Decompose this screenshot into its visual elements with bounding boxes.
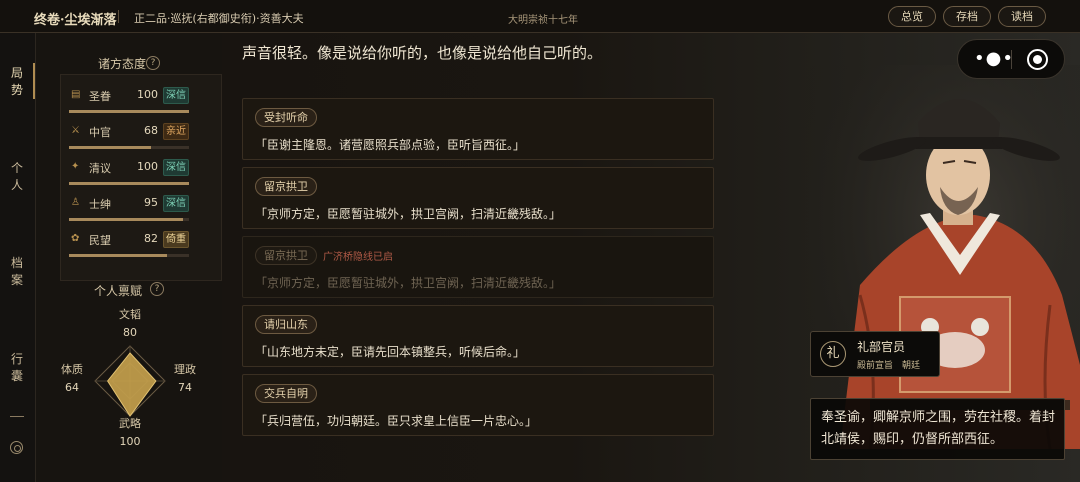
attitude-bar-fill	[69, 218, 183, 221]
attitude-bar-fill	[69, 254, 168, 257]
attitude-value: 95	[144, 196, 158, 209]
attitude-row[interactable]: ✦ 清议 100 深信	[61, 155, 234, 191]
talents-title: 个人禀赋	[94, 284, 143, 298]
attitude-badge: 深信	[163, 87, 189, 104]
official-portrait	[800, 65, 1080, 449]
choice-text: 「京师方定，臣愿暂驻城外，拱卫宫阙，扫清近畿残敌。」	[255, 276, 562, 290]
chapter-title: 终卷·尘埃渐落	[34, 13, 117, 28]
nav-archive-label: 档案	[10, 256, 23, 287]
talent-right-value: 74	[178, 381, 192, 394]
attitude-value: 82	[144, 232, 158, 245]
talent-top-value: 80	[123, 326, 137, 339]
attitude-badge: 亲近	[163, 123, 189, 140]
attitude-icon: ⚔	[71, 125, 80, 136]
choice-text: 「兵归营伍，功归朝廷。臣只求皇上信臣一片忠心。」	[255, 414, 538, 428]
more-icon[interactable]: •●•	[974, 48, 1014, 69]
attitude-name: 士绅	[89, 198, 111, 211]
attitude-value: 100	[137, 160, 158, 173]
talent-left-value: 64	[65, 381, 79, 394]
talent-top-label: 文韬	[119, 308, 141, 321]
load-button[interactable]: 读档	[998, 6, 1046, 27]
attitude-name: 民望	[89, 234, 111, 247]
attitude-bar	[69, 110, 189, 113]
speaker-title: 礼部官员	[857, 340, 906, 354]
choice-text: 「山东地方未定，臣请先回本镇整兵，听候后命。」	[255, 345, 526, 359]
attitude-name: 清议	[89, 162, 111, 175]
attitude-badge: 深信	[163, 159, 189, 176]
choice-card[interactable]: 留京拱卫「京师方定，臣愿暂驻城外，拱卫宫阙，扫清近畿残敌。」	[242, 167, 714, 229]
attitude-icon: ✦	[71, 161, 80, 172]
title-divider	[118, 10, 119, 23]
talent-bottom-value: 100	[119, 435, 141, 448]
talent-radar	[94, 345, 166, 417]
choice-text: 「臣谢主隆恩。诸营愿照兵部点验，臣听旨西征。」	[255, 138, 526, 152]
attitude-icon: ♙	[71, 197, 80, 208]
narration-text: 声音很轻。像是说给你听的，也像是说给他自己听的。	[242, 44, 603, 62]
dialog-box[interactable]: 奉圣谕，卿解京师之围，劳在社稷。着封北靖侯，赐印，仍督所部西征。	[810, 398, 1065, 460]
attitude-badge: 倚重	[163, 231, 189, 248]
attitudes-list: ▤ 圣眷 100 深信 ⚔ 中官 68 亲近 ✦ 清议 100 深信 ♙ 士绅 95 深信 ✿ 民望 82 倚重	[60, 74, 222, 281]
attitudes-help-icon[interactable]: ?	[146, 56, 160, 70]
attitude-bar	[69, 254, 189, 257]
attitude-icon: ▤	[71, 89, 81, 100]
attitude-row[interactable]: ✿ 民望 82 倚重	[61, 227, 234, 263]
choice-lock-note: 广济桥隐线已启	[323, 252, 393, 263]
choice-tag: 留京拱卫	[255, 177, 317, 196]
speaker-subtitle: 殿前宣旨 朝廷	[857, 361, 921, 371]
nav-bag[interactable]: 行囊	[0, 351, 34, 385]
attitudes-title: 诸方态度	[98, 57, 147, 71]
nav-personal-label: 个人	[10, 161, 23, 192]
attitude-icon: ✿	[71, 233, 80, 244]
choice-card[interactable]: 受封听命「臣谢主隆恩。诸营愿照兵部点验，臣听旨西征。」	[242, 98, 714, 160]
stats-panel: 诸方态度 ? ▤ 圣眷 100 深信 ⚔ 中官 68 亲近 ✦ 清议 100 深信 ♙ 士绅 95 深信 ✿ 民望…	[36, 33, 222, 482]
nav-personal[interactable]: 个人	[0, 160, 34, 194]
settings-icon[interactable]	[10, 441, 23, 454]
speaker-seal: 礼	[820, 341, 846, 367]
top-bar: 终卷·尘埃渐落 正二品·巡抚(右都御史衔)·资善大夫 大明崇祯十七年 总览 存档…	[0, 0, 1080, 33]
attitude-name: 圣眷	[89, 90, 111, 103]
attitude-badge: 深信	[163, 195, 189, 212]
attitude-value: 68	[144, 124, 158, 137]
nav-bag-label: 行囊	[10, 352, 23, 383]
attitude-value: 100	[137, 88, 158, 101]
talent-right-label: 理政	[174, 363, 196, 376]
radar-value-shape	[106, 352, 157, 417]
left-nav: 局势 个人 档案 行囊	[0, 33, 36, 482]
choice-tag: 留京拱卫	[255, 246, 317, 265]
close-target-icon[interactable]	[1027, 49, 1048, 70]
attitude-bar	[69, 146, 189, 149]
attitude-row[interactable]: ⚔ 中官 68 亲近	[61, 119, 234, 155]
save-button[interactable]: 存档	[943, 6, 991, 27]
controls-divider	[1011, 50, 1012, 69]
choice-tag: 受封听命	[255, 108, 317, 127]
attitude-row[interactable]: ▤ 圣眷 100 深信	[61, 83, 234, 119]
nav-archive[interactable]: 档案	[0, 255, 34, 289]
choice-tag: 交兵自明	[255, 384, 317, 403]
attitude-name: 中官	[89, 126, 111, 139]
speaker-plate: 礼 礼部官员 殿前宣旨 朝廷	[810, 331, 940, 377]
choice-text: 「京师方定，臣愿暂驻城外，拱卫宫阙，扫清近畿残敌。」	[255, 207, 562, 221]
talents-help-icon[interactable]: ?	[150, 282, 164, 296]
choice-tag: 请归山东	[255, 315, 317, 334]
attitude-bar	[69, 218, 189, 221]
attitude-bar	[69, 182, 189, 185]
official-rank: 正二品·巡抚(右都御史衔)·资善大夫	[134, 12, 304, 25]
nav-situation-label: 局势	[10, 66, 23, 97]
talent-left-label: 体质	[61, 363, 83, 376]
attitude-bar-fill	[69, 110, 189, 113]
attitude-bar-fill	[69, 182, 189, 185]
choice-card[interactable]: 请归山东「山东地方未定，臣请先回本镇整兵，听候后命。」	[242, 305, 714, 367]
nav-situation[interactable]: 局势	[0, 65, 34, 99]
collapse-icon[interactable]	[10, 416, 24, 417]
window-controls: •●•	[957, 39, 1065, 79]
overview-button[interactable]: 总览	[888, 6, 936, 27]
era-label: 大明崇祯十七年	[508, 15, 578, 26]
choice-card[interactable]: 交兵自明「兵归营伍，功归朝廷。臣只求皇上信臣一片忠心。」	[242, 374, 714, 436]
attitude-bar-fill	[69, 146, 151, 149]
dialog-text: 奉圣谕，卿解京师之围，劳在社稷。着封北靖侯，赐印，仍督所部西征。	[821, 410, 1056, 447]
choice-card: 留京拱卫 广济桥隐线已启「京师方定，臣愿暂驻城外，拱卫宫阙，扫清近畿残敌。」	[242, 236, 714, 298]
attitude-row[interactable]: ♙ 士绅 95 深信	[61, 191, 234, 227]
